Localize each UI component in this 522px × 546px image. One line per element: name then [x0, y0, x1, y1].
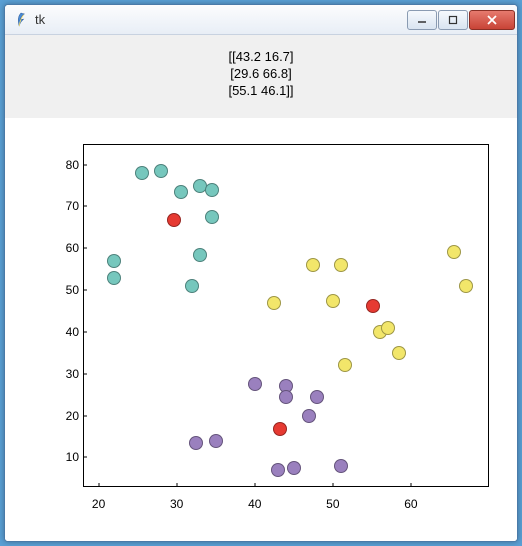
x-tick-mark	[98, 483, 99, 487]
data-point-teal	[107, 271, 121, 285]
data-point-yellow	[334, 258, 348, 272]
window-buttons	[407, 10, 515, 30]
y-tick-label: 10	[45, 450, 79, 464]
x-tick-mark	[254, 483, 255, 487]
y-tick-mark	[83, 373, 87, 374]
y-tick-mark	[83, 206, 87, 207]
data-point-teal	[185, 279, 199, 293]
data-point-yellow	[381, 321, 395, 335]
scatter-plot: 10 20 30 40 50 60 70 80 20 30 40 50 60	[5, 118, 517, 541]
y-tick-mark	[83, 164, 87, 165]
data-point-purple	[189, 436, 203, 450]
x-tick-label: 60	[404, 497, 417, 511]
y-tick-label: 80	[45, 158, 79, 172]
banner-line: [29.6 66.8]	[13, 66, 509, 83]
data-point-teal	[205, 183, 219, 197]
titlebar[interactable]: tk	[5, 5, 517, 35]
data-point-yellow	[306, 258, 320, 272]
data-point-yellow	[447, 245, 461, 259]
data-point-purple	[279, 390, 293, 404]
data-point-yellow	[392, 346, 406, 360]
y-tick-mark	[83, 415, 87, 416]
window-title: tk	[35, 12, 407, 27]
x-tick-mark	[410, 483, 411, 487]
data-point-yellow	[459, 279, 473, 293]
data-point-teal	[174, 185, 188, 199]
data-point-teal	[107, 254, 121, 268]
data-point-purple	[248, 377, 262, 391]
data-point-purple	[209, 434, 223, 448]
data-point-yellow	[326, 294, 340, 308]
x-tick-label: 20	[92, 497, 105, 511]
centroid-text: [[43.2 16.7] [29.6 66.8] [55.1 46.1]]	[5, 35, 517, 118]
y-tick-mark	[83, 457, 87, 458]
data-point-teal	[193, 248, 207, 262]
feather-icon	[13, 12, 29, 28]
y-tick-mark	[83, 331, 87, 332]
x-tick-label: 40	[248, 497, 261, 511]
data-point-purple	[310, 390, 324, 404]
y-tick-label: 50	[45, 283, 79, 297]
banner-line: [[43.2 16.7]	[13, 49, 509, 66]
close-button[interactable]	[469, 10, 515, 30]
y-tick-label: 20	[45, 409, 79, 423]
app-window: tk [[43.2 16.7] [29.6 66.8] [55.1 46.1]]	[4, 4, 518, 542]
x-tick-mark	[176, 483, 177, 487]
data-point-purple	[334, 459, 348, 473]
minimize-button[interactable]	[407, 10, 437, 30]
data-point-teal	[154, 164, 168, 178]
axes-frame	[83, 144, 489, 487]
y-tick-mark	[83, 248, 87, 249]
data-point-teal	[205, 210, 219, 224]
y-tick-label: 70	[45, 199, 79, 213]
data-point-yellow	[338, 358, 352, 372]
y-tick-mark	[83, 290, 87, 291]
y-tick-label: 30	[45, 367, 79, 381]
data-point-red	[366, 299, 380, 313]
x-tick-mark	[332, 483, 333, 487]
data-point-teal	[135, 166, 149, 180]
data-point-purple	[302, 409, 316, 423]
data-point-purple	[287, 461, 301, 475]
data-point-red	[273, 422, 287, 436]
data-point-purple	[271, 463, 285, 477]
data-point-red	[167, 213, 181, 227]
data-point-yellow	[267, 296, 281, 310]
client-area: [[43.2 16.7] [29.6 66.8] [55.1 46.1]] 10…	[5, 35, 517, 541]
x-tick-label: 30	[170, 497, 183, 511]
y-tick-label: 40	[45, 325, 79, 339]
y-tick-label: 60	[45, 241, 79, 255]
maximize-button[interactable]	[438, 10, 468, 30]
x-tick-label: 50	[326, 497, 339, 511]
banner-line: [55.1 46.1]]	[13, 83, 509, 100]
